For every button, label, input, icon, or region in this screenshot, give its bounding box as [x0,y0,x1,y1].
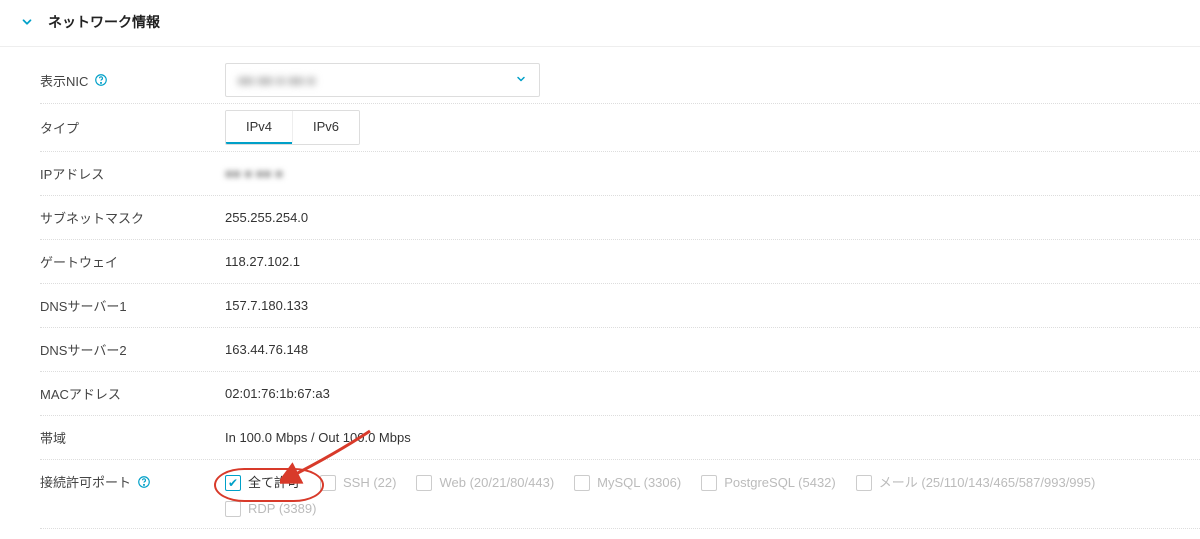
chevron-down-icon [515,73,527,88]
label-dns1: DNSサーバー1 [40,296,225,315]
checkbox-icon: ✔ [856,475,872,491]
label-dns2: DNSサーバー2 [40,340,225,359]
tab-ipv6[interactable]: IPv6 [292,111,359,144]
label-ip: IPアドレス [40,164,225,183]
value-ip: ■■ ■ ■■ ■ [225,166,1200,181]
value-dns1: 157.7.180.133 [225,298,1200,313]
label-nic: 表示NIC [40,71,225,90]
row-nic: 表示NIC ■■ ■■ ■ ■■ ■ [40,57,1200,104]
chk-ssh[interactable]: ✔ SSH (22) [320,470,396,496]
ip-type-tabs: IPv4 IPv6 [225,110,360,145]
value-nic: ■■ ■■ ■ ■■ ■ [225,63,1200,97]
row-band: 帯域 In 100.0 Mbps / Out 100.0 Mbps [40,416,1200,460]
row-ip: IPアドレス ■■ ■ ■■ ■ [40,152,1200,196]
checkbox-icon: ✔ [320,475,336,491]
label-type: タイプ [40,118,225,137]
label-band: 帯域 [40,428,225,447]
value-gateway: 118.27.102.1 [225,254,1200,269]
nic-selected-masked: ■■ ■■ ■ ■■ ■ [238,73,315,88]
help-icon[interactable] [94,73,108,87]
chk-postgres[interactable]: ✔ PostgreSQL (5432) [701,470,836,496]
chk-web-label: Web (20/21/80/443) [439,470,554,496]
ip-masked: ■■ ■ ■■ ■ [225,166,283,181]
chk-rdp-label: RDP (3389) [248,496,316,522]
value-type: IPv4 IPv6 [225,110,1200,145]
label-subnet: サブネットマスク [40,208,225,227]
checkbox-icon: ✔ [701,475,717,491]
chk-mail-label: メール (25/110/143/465/587/993/995) [879,470,1096,496]
chk-allow-all-label: 全て許可 [248,470,300,496]
help-icon[interactable] [137,475,151,489]
label-ports: 接続許可ポート [40,470,225,491]
checkbox-icon: ✔ [416,475,432,491]
value-mac: 02:01:76:1b:67:a3 [225,386,1200,401]
row-dns1: DNSサーバー1 157.7.180.133 [40,284,1200,328]
value-band: In 100.0 Mbps / Out 100.0 Mbps [225,430,1200,445]
label-gateway: ゲートウェイ [40,252,225,271]
chk-ssh-label: SSH (22) [343,470,396,496]
checkbox-icon: ✔ [574,475,590,491]
chk-rdp[interactable]: ✔ RDP (3389) [225,496,316,522]
form-body: 表示NIC ■■ ■■ ■ ■■ ■ タイプ IPv4 IPv6 IPアドレス [0,47,1200,539]
row-type: タイプ IPv4 IPv6 [40,104,1200,152]
row-mac: MACアドレス 02:01:76:1b:67:a3 [40,372,1200,416]
row-dns2: DNSサーバー2 163.44.76.148 [40,328,1200,372]
section-header[interactable]: ネットワーク情報 [0,0,1200,47]
chk-allow-all[interactable]: ✔ 全て許可 [225,470,300,496]
checkbox-icon: ✔ [225,475,241,491]
tab-ipv4[interactable]: IPv4 [226,111,292,144]
value-ports: ✔ 全て許可 ✔ SSH (22) ✔ Web (20/21/80/443) ✔… [225,470,1200,522]
value-dns2: 163.44.76.148 [225,342,1200,357]
row-gateway: ゲートウェイ 118.27.102.1 [40,240,1200,284]
checkbox-icon: ✔ [225,501,241,517]
chk-mysql-label: MySQL (3306) [597,470,681,496]
label-mac: MACアドレス [40,384,225,403]
chk-web[interactable]: ✔ Web (20/21/80/443) [416,470,554,496]
row-subnet: サブネットマスク 255.255.254.0 [40,196,1200,240]
row-ports: 接続許可ポート ✔ 全て許可 ✔ SSH (22) ✔ Web (20/21/8… [40,460,1200,529]
port-checkbox-group: ✔ 全て許可 ✔ SSH (22) ✔ Web (20/21/80/443) ✔… [225,470,1200,522]
nic-select[interactable]: ■■ ■■ ■ ■■ ■ [225,63,540,97]
chevron-down-icon [20,15,34,29]
section-title: ネットワーク情報 [48,12,160,32]
chk-mysql[interactable]: ✔ MySQL (3306) [574,470,681,496]
chk-mail[interactable]: ✔ メール (25/110/143/465/587/993/995) [856,470,1096,496]
value-subnet: 255.255.254.0 [225,210,1200,225]
chk-postgres-label: PostgreSQL (5432) [724,470,836,496]
